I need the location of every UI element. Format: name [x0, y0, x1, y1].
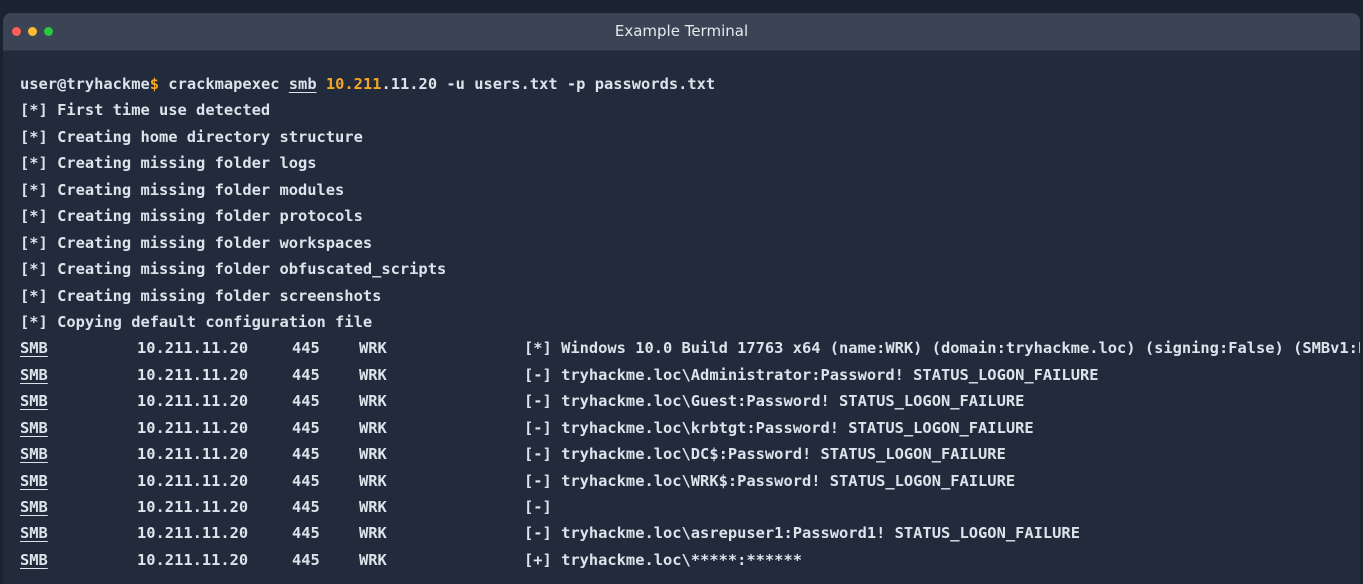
- smb-ip: 10.211.11.20: [137, 339, 249, 358]
- smb-ip: 10.211.11.20: [137, 392, 249, 411]
- command-binary: crackmapexec: [168, 75, 280, 93]
- smb-message: [-] tryhackme.loc\asrepuser1:Password1! …: [524, 524, 1080, 543]
- smb-message: [-] tryhackme.loc\krbtgt:Password! STATU…: [524, 418, 1034, 437]
- smb-port: 445: [292, 418, 320, 437]
- setup-line: [*] Creating home directory structure: [20, 127, 363, 146]
- smb-row: SMB 10.211.11.20 445 WRK [-] tryhackme.loc\a…: [20, 520, 1360, 546]
- terminal-window[interactable]: Example Terminal user@tryhackme$ crackma…: [3, 13, 1360, 584]
- smb-row: SMB 10.211.11.20 445 WRK [*] Windows 10.0 Bu…: [20, 335, 1360, 361]
- smb-protocol: SMB: [20, 498, 48, 516]
- smb-port: 445: [292, 339, 320, 358]
- setup-line: [*] Creating missing folder obfuscated_s…: [20, 260, 447, 279]
- window-title: Example Terminal: [614, 22, 749, 40]
- smb-ip: 10.211.11.20: [137, 498, 249, 516]
- smb-port: 445: [292, 471, 320, 490]
- smb-row: SMB 10.211.11.20 445 WRK [-] tryhackme.loc\A…: [20, 362, 1360, 388]
- smb-host: WRK: [359, 524, 387, 543]
- smb-ip: 10.211.11.20: [137, 550, 249, 569]
- setup-line: [*] Creating missing folder screenshots: [20, 286, 382, 305]
- smb-protocol: SMB: [20, 339, 48, 358]
- smb-port: 445: [292, 445, 320, 464]
- smb-ip: 10.211.11.20: [137, 418, 249, 437]
- smb-port: 445: [292, 392, 320, 411]
- smb-protocol: SMB: [20, 445, 48, 464]
- prompt-user: user@tryhackme: [20, 75, 150, 93]
- smb-port: 445: [292, 550, 320, 569]
- setup-line: [*] Creating missing folder protocols: [20, 207, 363, 226]
- smb-message: [-] tryhackme.loc\DC$:Password! STATUS_L…: [524, 445, 1006, 464]
- smb-ip: 10.211.11.20: [137, 524, 249, 543]
- smb-host: WRK: [359, 471, 387, 490]
- smb-row: SMB 10.211.11.20 445 WRK [-] tryhackme.loc\D…: [20, 441, 1360, 467]
- smb-message: [-] tryhackme.loc\WRK$:Password! STATUS_…: [524, 471, 1016, 490]
- setup-line: [*] Creating missing folder modules: [20, 180, 345, 199]
- smb-row: SMB 10.211.11.20 445 WRK [-] tryhackme.loc\k…: [20, 415, 1360, 441]
- command-user-file: users.txt: [474, 75, 558, 93]
- smb-message: [*] Windows 10.0 Build 17763 x64 (name:W…: [524, 339, 1360, 358]
- smb-protocol: SMB: [20, 471, 48, 490]
- command-user-flag: -u: [446, 75, 465, 93]
- smb-host: WRK: [359, 339, 387, 358]
- smb-port: 445: [292, 365, 320, 384]
- command-pass-file: passwords.txt: [594, 75, 716, 93]
- smb-ip: 10.211.11.20: [137, 471, 249, 490]
- command-line: user@tryhackme$ crackmapexec smb 10.211.…: [20, 71, 1360, 97]
- smb-row: SMB 10.211.11.20 445 WRK [-] tryhackme.loc\G…: [20, 388, 1360, 414]
- smb-port: 445: [292, 498, 320, 516]
- smb-port: 445: [292, 524, 320, 543]
- setup-line: [*] Copying default configuration file: [20, 312, 373, 331]
- smb-row: SMB 10.211.11.20 445 WRK [-] tryhackme.loc\W…: [20, 468, 1360, 494]
- smb-protocol: SMB: [20, 418, 48, 437]
- smb-host: WRK: [359, 365, 387, 384]
- command-protocol-arg: smb: [288, 75, 317, 93]
- smb-host: WRK: [359, 445, 387, 464]
- command-target-prefix: 10.211: [325, 75, 382, 93]
- smb-host: WRK: [359, 550, 387, 569]
- smb-protocol: SMB: [20, 524, 48, 543]
- setup-line: [*] First time use detected: [20, 101, 271, 120]
- smb-message: [+] tryhackme.loc\*****:******: [524, 550, 802, 569]
- smb-row: SMB 10.211.11.20 445 WRK [-]: [20, 494, 1360, 520]
- setup-output: [*] First time use detected [*] Creating…: [20, 97, 1360, 335]
- smb-host: WRK: [359, 418, 387, 437]
- smb-results: SMB 10.211.11.20 445 WRK [*] Windows 10.0 Bu…: [20, 335, 1360, 573]
- smb-protocol: SMB: [20, 392, 48, 411]
- smb-row: SMB 10.211.11.20 445 WRK [+] tryhackme.loc\*…: [20, 547, 1360, 573]
- smb-message: [-] tryhackme.loc\Guest:Password! STATUS…: [524, 392, 1025, 411]
- smb-message: [-]: [524, 498, 552, 516]
- command-target-suffix: .11.20: [381, 75, 438, 93]
- smb-host: WRK: [359, 498, 387, 516]
- smb-ip: 10.211.11.20: [137, 445, 249, 464]
- smb-ip: 10.211.11.20: [137, 365, 249, 384]
- setup-line: [*] Creating missing folder logs: [20, 154, 317, 173]
- smb-protocol: SMB: [20, 550, 48, 569]
- smb-host: WRK: [359, 392, 387, 411]
- smb-protocol: SMB: [20, 365, 48, 384]
- setup-line: [*] Creating missing folder workspaces: [20, 233, 373, 252]
- command-pass-flag: -p: [566, 75, 586, 93]
- title-bar: Example Terminal: [3, 13, 1360, 51]
- prompt-symbol: $: [149, 75, 160, 93]
- smb-message: [-] tryhackme.loc\Administrator:Password…: [524, 365, 1099, 384]
- terminal-output[interactable]: user@tryhackme$ crackmapexec smb 10.211.…: [3, 51, 1360, 573]
